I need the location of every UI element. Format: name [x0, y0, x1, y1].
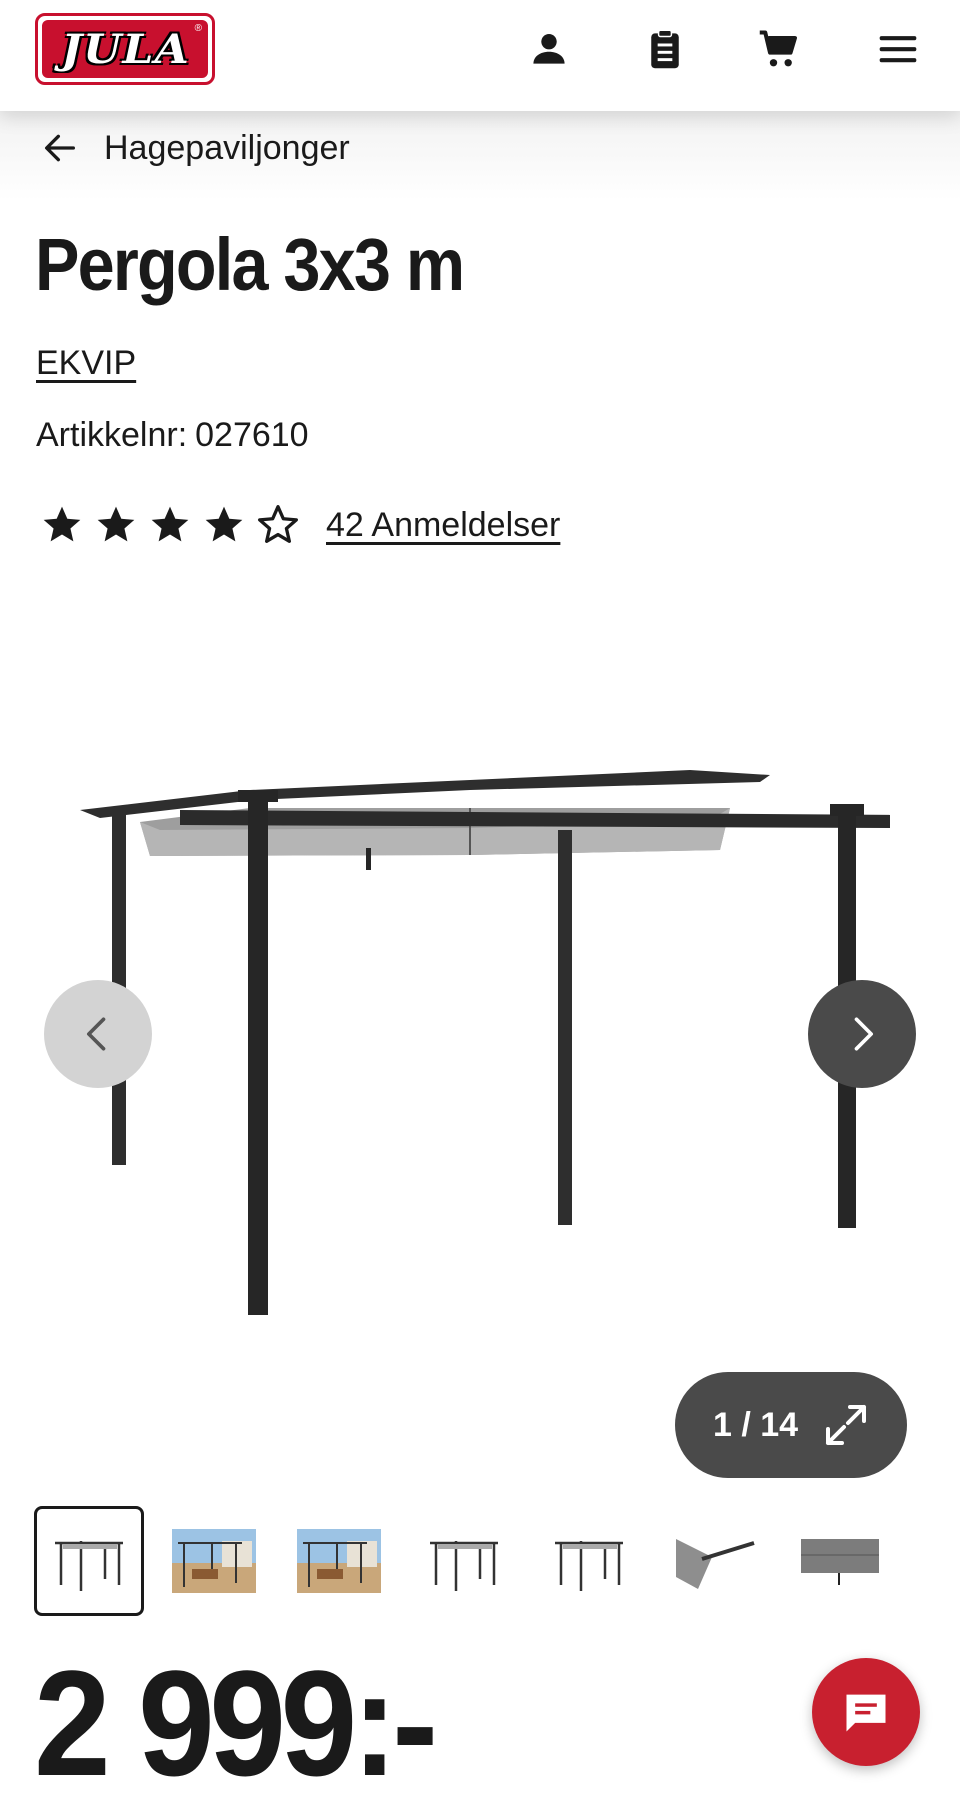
product-title: Pergola 3x3 m: [35, 223, 465, 306]
thumbnail-image: [297, 1529, 381, 1593]
star-filled-icon: [97, 506, 135, 542]
brand-link[interactable]: EKVIP: [36, 344, 136, 383]
expand-icon: [826, 1405, 867, 1445]
article-label: Artikkelnr:: [36, 416, 188, 454]
chat-icon: [846, 1694, 886, 1732]
thumbnail-pergola-frame[interactable]: [534, 1506, 644, 1616]
star-filled-icon: [43, 506, 81, 542]
product-price: 2 999:-: [34, 1639, 438, 1807]
chat-button[interactable]: [812, 1658, 920, 1766]
thumbnail-pergola-terrace[interactable]: [159, 1506, 269, 1616]
arrow-left-icon: [45, 134, 76, 162]
chevron-right-icon: [854, 1017, 873, 1051]
pergola-main-image: [80, 770, 890, 1315]
thumbnail-image: [801, 1539, 879, 1585]
menu-icon[interactable]: [872, 23, 924, 75]
thumbnail-canopy-fabric[interactable]: [784, 1506, 894, 1616]
shopping-list-icon[interactable]: [639, 23, 691, 75]
gallery-counter-button[interactable]: 1 / 14: [675, 1372, 907, 1478]
star-filled-icon: [151, 506, 189, 542]
thumbnail-pergola-frame[interactable]: [34, 1506, 144, 1616]
article-value: 027610: [195, 416, 309, 454]
thumbnail-image: [676, 1539, 755, 1589]
thumbnail-strip: [34, 1506, 909, 1616]
thumbnail-canopy-detail[interactable]: [659, 1506, 769, 1616]
cart-icon[interactable]: [753, 23, 805, 75]
reviews-link[interactable]: 42 Anmeldelser: [326, 506, 560, 545]
breadcrumb[interactable]: Hagepaviljonger: [40, 128, 350, 168]
thumbnail-image: [172, 1529, 256, 1593]
thumbnail-pergola-terrace[interactable]: [284, 1506, 394, 1616]
logo-badge: JULA ®: [42, 20, 208, 78]
star-empty-icon: [258, 505, 298, 543]
gallery-next-button[interactable]: [808, 980, 916, 1088]
gallery-prev-button[interactable]: [44, 980, 152, 1088]
chevron-left-icon: [87, 1017, 106, 1051]
article-number: Artikkelnr: 027610: [36, 416, 309, 455]
rating-stars: [40, 503, 300, 547]
logo-registered-mark: ®: [194, 23, 202, 34]
star-filled-icon: [205, 506, 243, 542]
product-image-gallery[interactable]: [0, 660, 960, 1340]
breadcrumb-label: Hagepaviljonger: [104, 128, 350, 167]
gallery-counter: 1 / 14: [713, 1405, 799, 1444]
site-header: JULA ®: [0, 0, 960, 111]
account-icon[interactable]: [523, 23, 575, 75]
rating-row: 42 Anmeldelser: [40, 503, 560, 547]
thumbnail-pergola-frame[interactable]: [409, 1506, 519, 1616]
logo-text: JULA: [60, 25, 190, 73]
thumbnail-image: [430, 1541, 498, 1591]
thumbnail-image: [55, 1541, 123, 1591]
thumbnail-image: [555, 1541, 623, 1591]
jula-logo[interactable]: JULA ®: [35, 13, 215, 85]
